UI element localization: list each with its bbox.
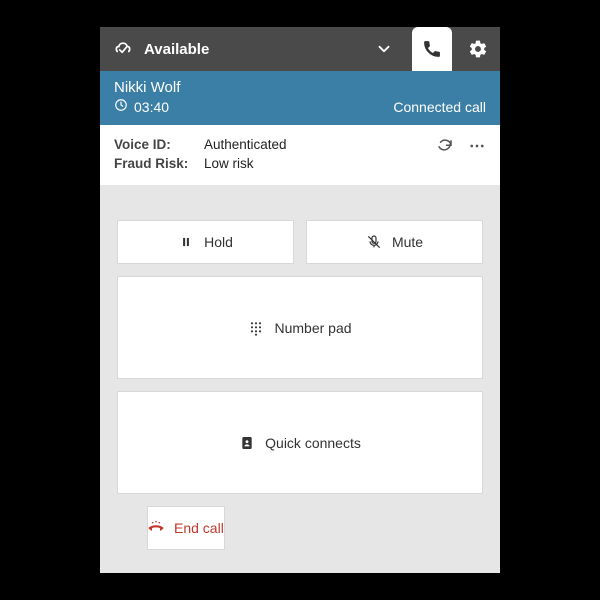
quick-connects-button[interactable]: Quick connects <box>118 392 482 493</box>
dialpad-icon <box>248 320 264 336</box>
pause-icon <box>178 234 194 250</box>
call-status: Connected call <box>393 99 486 115</box>
availability-icon <box>112 38 134 60</box>
timer-value: 03:40 <box>134 99 169 115</box>
settings-button[interactable] <box>464 35 492 63</box>
call-info-bar: Nikki Wolf 03:40 Connected call <box>100 71 500 125</box>
caller-name: Nikki Wolf <box>114 79 486 96</box>
fraud-risk-label: Fraud Risk: <box>114 156 194 171</box>
end-call-label: End call <box>174 520 224 536</box>
refresh-button[interactable] <box>436 137 454 155</box>
hold-label: Hold <box>204 234 233 250</box>
mute-label: Mute <box>392 234 423 250</box>
contacts-icon <box>239 435 255 451</box>
topbar: Available <box>100 27 500 71</box>
mic-off-icon <box>366 234 382 250</box>
more-menu-button[interactable] <box>468 137 486 155</box>
phone-tab[interactable] <box>412 27 452 71</box>
clock-icon <box>114 98 128 115</box>
end-call-button[interactable]: End call <box>148 507 224 549</box>
end-call-icon <box>148 520 164 536</box>
hold-button[interactable]: Hold <box>118 221 293 263</box>
call-timer: 03:40 <box>114 98 169 115</box>
quick-connects-label: Quick connects <box>265 435 361 451</box>
number-pad-button[interactable]: Number pad <box>118 277 482 378</box>
status-dropdown[interactable] <box>370 35 398 63</box>
fraud-risk-value: Low risk <box>204 156 254 171</box>
voice-id-label: Voice ID: <box>114 137 194 152</box>
softphone-panel: Available Nikki Wolf <box>100 27 500 573</box>
voice-info-bar: Voice ID: Authenticated Fraud Risk: Low … <box>100 125 500 185</box>
mute-button[interactable]: Mute <box>307 221 482 263</box>
controls-area: Hold Mute <box>100 185 500 573</box>
availability-label: Available <box>144 41 209 58</box>
number-pad-label: Number pad <box>274 320 351 336</box>
voice-id-value: Authenticated <box>204 137 287 152</box>
